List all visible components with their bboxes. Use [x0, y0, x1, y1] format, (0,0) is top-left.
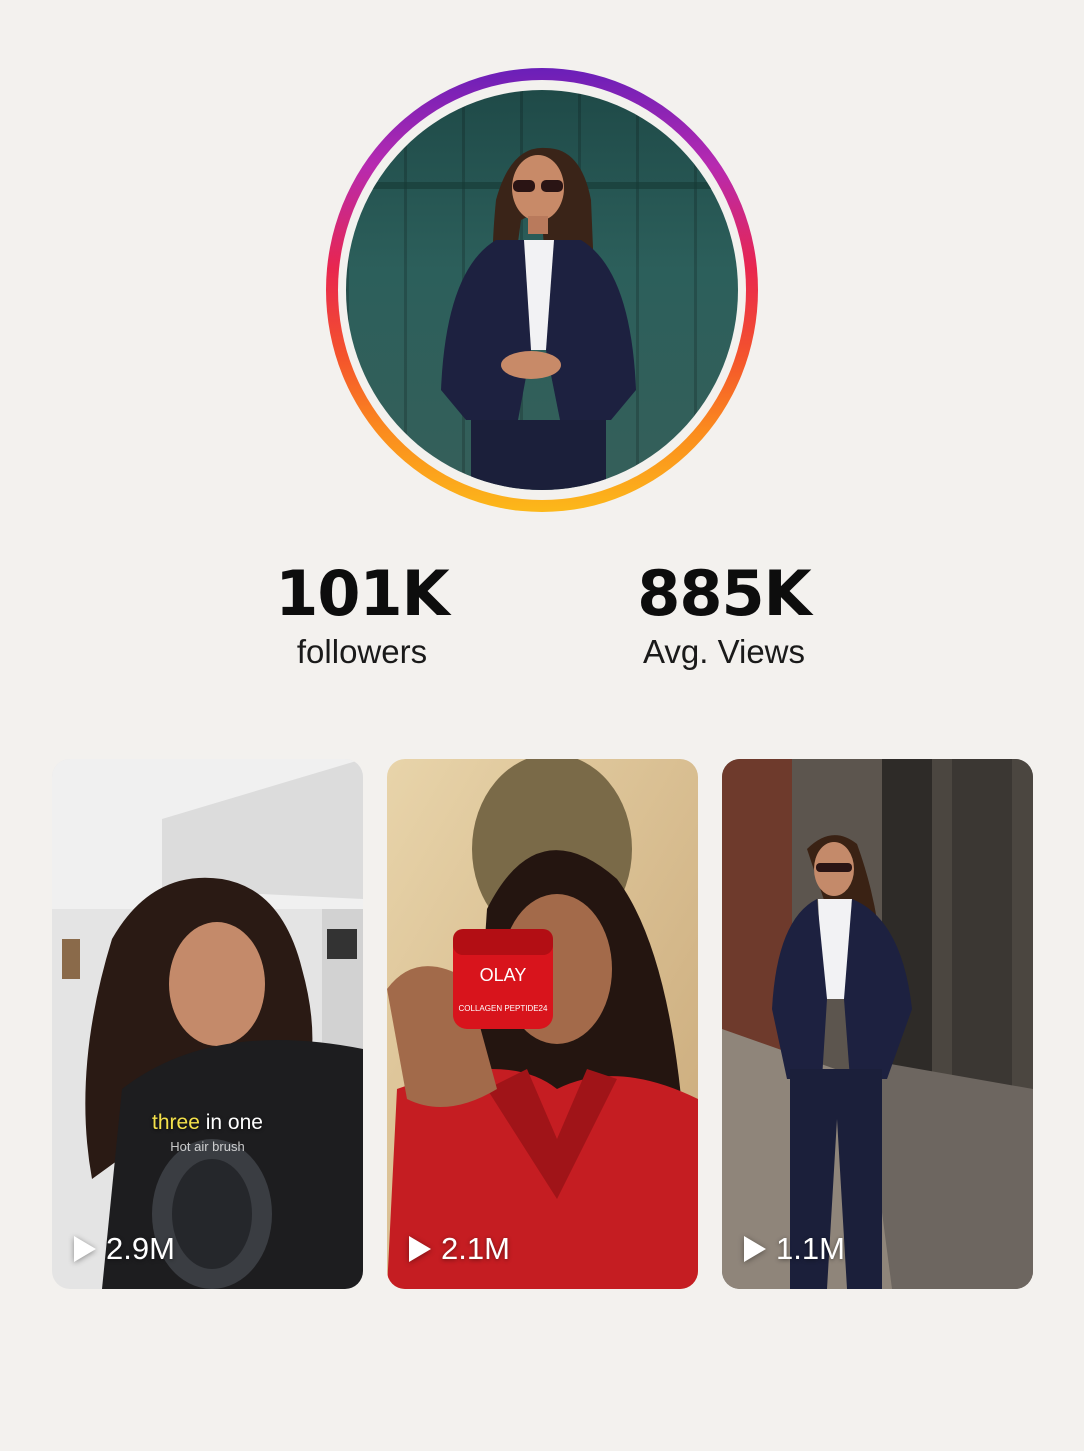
video-caption: three in one — [52, 1111, 363, 1135]
story-ring[interactable] — [326, 68, 758, 512]
creator-profile-card: 101K followers 885K Avg. Views three in … — [0, 0, 1084, 1451]
followers-label: followers — [296, 633, 428, 670]
video-thumbnail — [52, 759, 363, 1289]
video-thumbnail — [387, 759, 698, 1289]
play-icon — [409, 1236, 431, 1262]
view-count: 1.1M — [744, 1231, 845, 1267]
view-count-value: 2.1M — [441, 1231, 510, 1266]
caption-highlight: three — [152, 1111, 200, 1134]
video-subcaption: Hot air brush — [170, 1139, 245, 1154]
avg-views-stat: 885K Avg. Views — [594, 556, 854, 672]
product-brand: OLAY — [479, 965, 527, 985]
view-count-value: 1.1M — [776, 1231, 845, 1266]
video-card[interactable]: OLAY COLLAGEN PEPTIDE24 2.1M — [387, 759, 698, 1289]
play-icon — [744, 1236, 766, 1262]
view-count: 2.9M — [74, 1231, 175, 1267]
caption-rest: in one — [199, 1111, 263, 1134]
play-icon — [74, 1236, 96, 1262]
video-card[interactable]: three in one Hot air brush 2.9M — [52, 759, 363, 1289]
avatar-photo — [346, 147, 738, 490]
view-count-value: 2.9M — [106, 1231, 175, 1266]
video-card[interactable]: 1.1M — [722, 759, 1033, 1289]
followers-count: 101K — [275, 557, 449, 630]
followers-stat[interactable]: 101K followers — [232, 556, 492, 672]
view-count: 2.1M — [409, 1231, 510, 1267]
profile-avatar[interactable] — [346, 90, 738, 490]
video-thumbnail — [722, 759, 1033, 1289]
avg-views-label: Avg. Views — [642, 633, 806, 670]
product-line: COLLAGEN PEPTIDE24 — [458, 1004, 548, 1013]
avg-views-count: 885K — [637, 557, 811, 630]
